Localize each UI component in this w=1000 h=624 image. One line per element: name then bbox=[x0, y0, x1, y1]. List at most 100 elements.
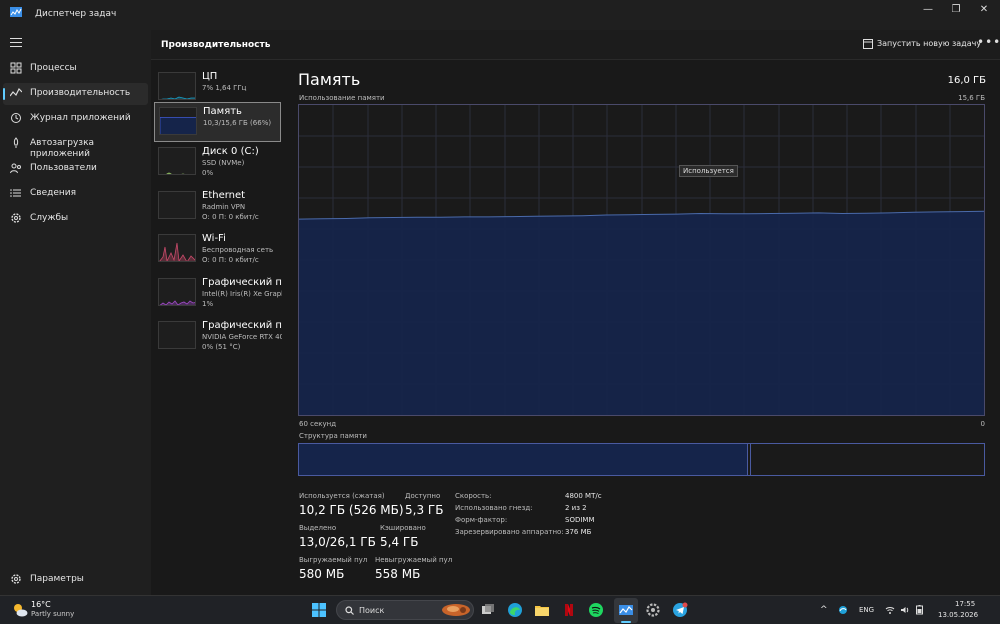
paged-pool-value: 580 МБ bbox=[299, 567, 345, 581]
battery-icon[interactable] bbox=[915, 605, 925, 615]
device-detail: Intel(R) Iris(R) Xe Graphi bbox=[202, 290, 282, 298]
device-ethernet[interactable]: Ethernet Radmin VPN О: 0 П: 0 кбит/с bbox=[154, 187, 281, 227]
sidebar-item-details[interactable]: Сведения bbox=[0, 183, 151, 205]
cached-label: Кэшировано bbox=[380, 524, 426, 532]
disk-sparkline bbox=[166, 172, 185, 174]
settings-gear-icon[interactable] bbox=[645, 602, 661, 618]
sidebar-item-label: Службы bbox=[30, 213, 69, 223]
task-manager-taskbar-icon[interactable] bbox=[618, 602, 634, 618]
more-options-button[interactable]: ••• bbox=[977, 35, 1000, 49]
sidebar-item-settings[interactable]: Параметры bbox=[0, 569, 151, 591]
startup-icon bbox=[13, 137, 19, 148]
speed-value: 4800 МТ/с bbox=[565, 492, 602, 500]
netflix-icon[interactable] bbox=[561, 602, 577, 618]
sidebar-item-processes[interactable]: Процессы bbox=[0, 58, 151, 80]
search-icon bbox=[345, 606, 354, 615]
in-use-label: Используется (сжатая) bbox=[299, 492, 385, 500]
sparkline-area bbox=[167, 173, 183, 174]
task-view-icon[interactable] bbox=[480, 602, 496, 618]
device-name: Графический прс bbox=[202, 277, 282, 288]
wifi-sparkline bbox=[159, 242, 195, 261]
nonpaged-pool-value: 558 МБ bbox=[375, 567, 421, 581]
menu-icon[interactable] bbox=[10, 38, 22, 48]
device-thumbnail bbox=[159, 107, 197, 135]
weather-partly-sunny-icon[interactable] bbox=[12, 602, 28, 618]
close-button[interactable]: ✕ bbox=[974, 3, 994, 17]
taskbar-search[interactable]: Поиск bbox=[336, 600, 474, 620]
device-detail: 0% (51 °C) bbox=[202, 343, 241, 351]
paged-pool-label: Выгружаемый пул bbox=[299, 556, 368, 564]
title-bar: Диспетчер задач — ❐ ✕ bbox=[0, 0, 1000, 30]
sidebar-item-label: Автозагрузка приложений bbox=[30, 138, 95, 159]
device-detail: О: 0 П: 0 кбит/с bbox=[202, 256, 259, 264]
clock-time[interactable]: 17:55 bbox=[955, 600, 975, 608]
form-factor-label: Форм-фактор: bbox=[455, 516, 508, 524]
weather-description[interactable]: Partly sunny bbox=[31, 610, 74, 618]
device-thumbnail bbox=[158, 321, 196, 349]
wifi-icon[interactable] bbox=[885, 605, 895, 615]
file-explorer-icon[interactable] bbox=[534, 602, 550, 618]
device-detail: 1% bbox=[202, 300, 214, 308]
performance-icon bbox=[10, 87, 22, 97]
cached-value: 5,4 ГБ bbox=[380, 535, 419, 549]
main-panel: Производительность Запустить новую задач… bbox=[151, 30, 1000, 595]
edge-icon[interactable] bbox=[507, 602, 523, 618]
memory-structure-used bbox=[299, 444, 748, 475]
sidebar-item-startup[interactable]: Автозагрузка приложений bbox=[0, 133, 151, 161]
device-name: Графический прс bbox=[202, 320, 282, 331]
device-wifi[interactable]: Wi-Fi Беспроводная сеть О: 0 П: 0 кбит/с bbox=[154, 230, 281, 270]
device-detail: 10,3/15,6 ГБ (66%) bbox=[203, 119, 272, 127]
volume-icon[interactable] bbox=[900, 605, 910, 615]
memory-structure-label: Структура памяти bbox=[299, 432, 367, 440]
window-title: Диспетчер задач bbox=[35, 9, 117, 19]
spotify-icon[interactable] bbox=[588, 602, 604, 618]
hardware-reserved-label: Зарезервировано аппаратно: bbox=[455, 528, 564, 536]
slots-value: 2 из 2 bbox=[565, 504, 587, 512]
clock-date[interactable]: 13.05.2026 bbox=[938, 611, 978, 619]
weather-temperature[interactable]: 16°C bbox=[31, 600, 51, 609]
device-name: Память bbox=[203, 106, 242, 117]
gear-icon bbox=[11, 574, 21, 584]
run-new-task-button[interactable]: Запустить новую задачу bbox=[877, 39, 981, 48]
windows-start-icon[interactable] bbox=[312, 603, 326, 617]
device-memory[interactable]: Память 10,3/15,6 ГБ (66%) bbox=[154, 102, 281, 142]
nonpaged-pool-label: Невыгружаемый пул bbox=[375, 556, 453, 564]
device-gpu-1[interactable]: Графический прс NVIDIA GeForce RTX 40 0%… bbox=[154, 317, 282, 357]
taskbar: 16°C Partly sunny Поиск ^ ENG 17:55 13.0… bbox=[0, 595, 1000, 624]
tray-overflow-icon[interactable]: ^ bbox=[820, 605, 828, 615]
device-gpu-0[interactable]: Графический прс Intel(R) Iris(R) Xe Grap… bbox=[154, 274, 282, 314]
task-manager-icon bbox=[10, 7, 22, 17]
sidebar-item-performance[interactable]: Производительность bbox=[3, 83, 148, 105]
memory-total: 16,0 ГБ bbox=[947, 75, 986, 86]
device-thumbnail bbox=[158, 234, 196, 262]
device-disk[interactable]: Диск 0 (C:) SSD (NVMe) 0% bbox=[154, 143, 281, 183]
gpu0-sparkline bbox=[159, 300, 195, 305]
active-indicator bbox=[3, 88, 5, 100]
slots-label: Использовано гнезд: bbox=[455, 504, 533, 512]
gpu1-sparkline bbox=[159, 322, 196, 349]
page-title: Производительность bbox=[161, 40, 271, 50]
sidebar: Процессы Производительность Журнал прило… bbox=[0, 30, 151, 595]
sidebar-item-label: Сведения bbox=[30, 188, 77, 198]
device-detail: О: 0 П: 0 кбит/с bbox=[202, 213, 259, 221]
sidebar-item-label: Параметры bbox=[30, 574, 84, 584]
tray-app-icon[interactable] bbox=[838, 605, 848, 615]
device-detail: NVIDIA GeForce RTX 40 bbox=[202, 333, 282, 341]
available-value: 5,3 ГБ bbox=[405, 503, 444, 517]
search-placeholder: Поиск bbox=[359, 606, 385, 615]
graph-tooltip: Используется bbox=[679, 165, 738, 177]
sidebar-item-label: Пользователи bbox=[30, 163, 97, 173]
sidebar-item-label: Производительность bbox=[30, 88, 131, 98]
maximize-button[interactable]: ❐ bbox=[946, 3, 966, 17]
history-icon bbox=[11, 113, 21, 123]
telegram-icon[interactable] bbox=[672, 602, 688, 618]
usage-graph-max: 15,6 ГБ bbox=[958, 94, 985, 102]
minimize-button[interactable]: — bbox=[918, 3, 938, 17]
device-thumbnail bbox=[158, 278, 196, 306]
sidebar-item-services[interactable]: Службы bbox=[0, 208, 151, 230]
sidebar-item-app-history[interactable]: Журнал приложений bbox=[0, 108, 151, 130]
input-language[interactable]: ENG bbox=[859, 606, 874, 614]
sidebar-item-label: Журнал приложений bbox=[30, 113, 131, 123]
memory-structure-bar bbox=[298, 443, 985, 476]
sidebar-item-users[interactable]: Пользователи bbox=[0, 158, 151, 180]
